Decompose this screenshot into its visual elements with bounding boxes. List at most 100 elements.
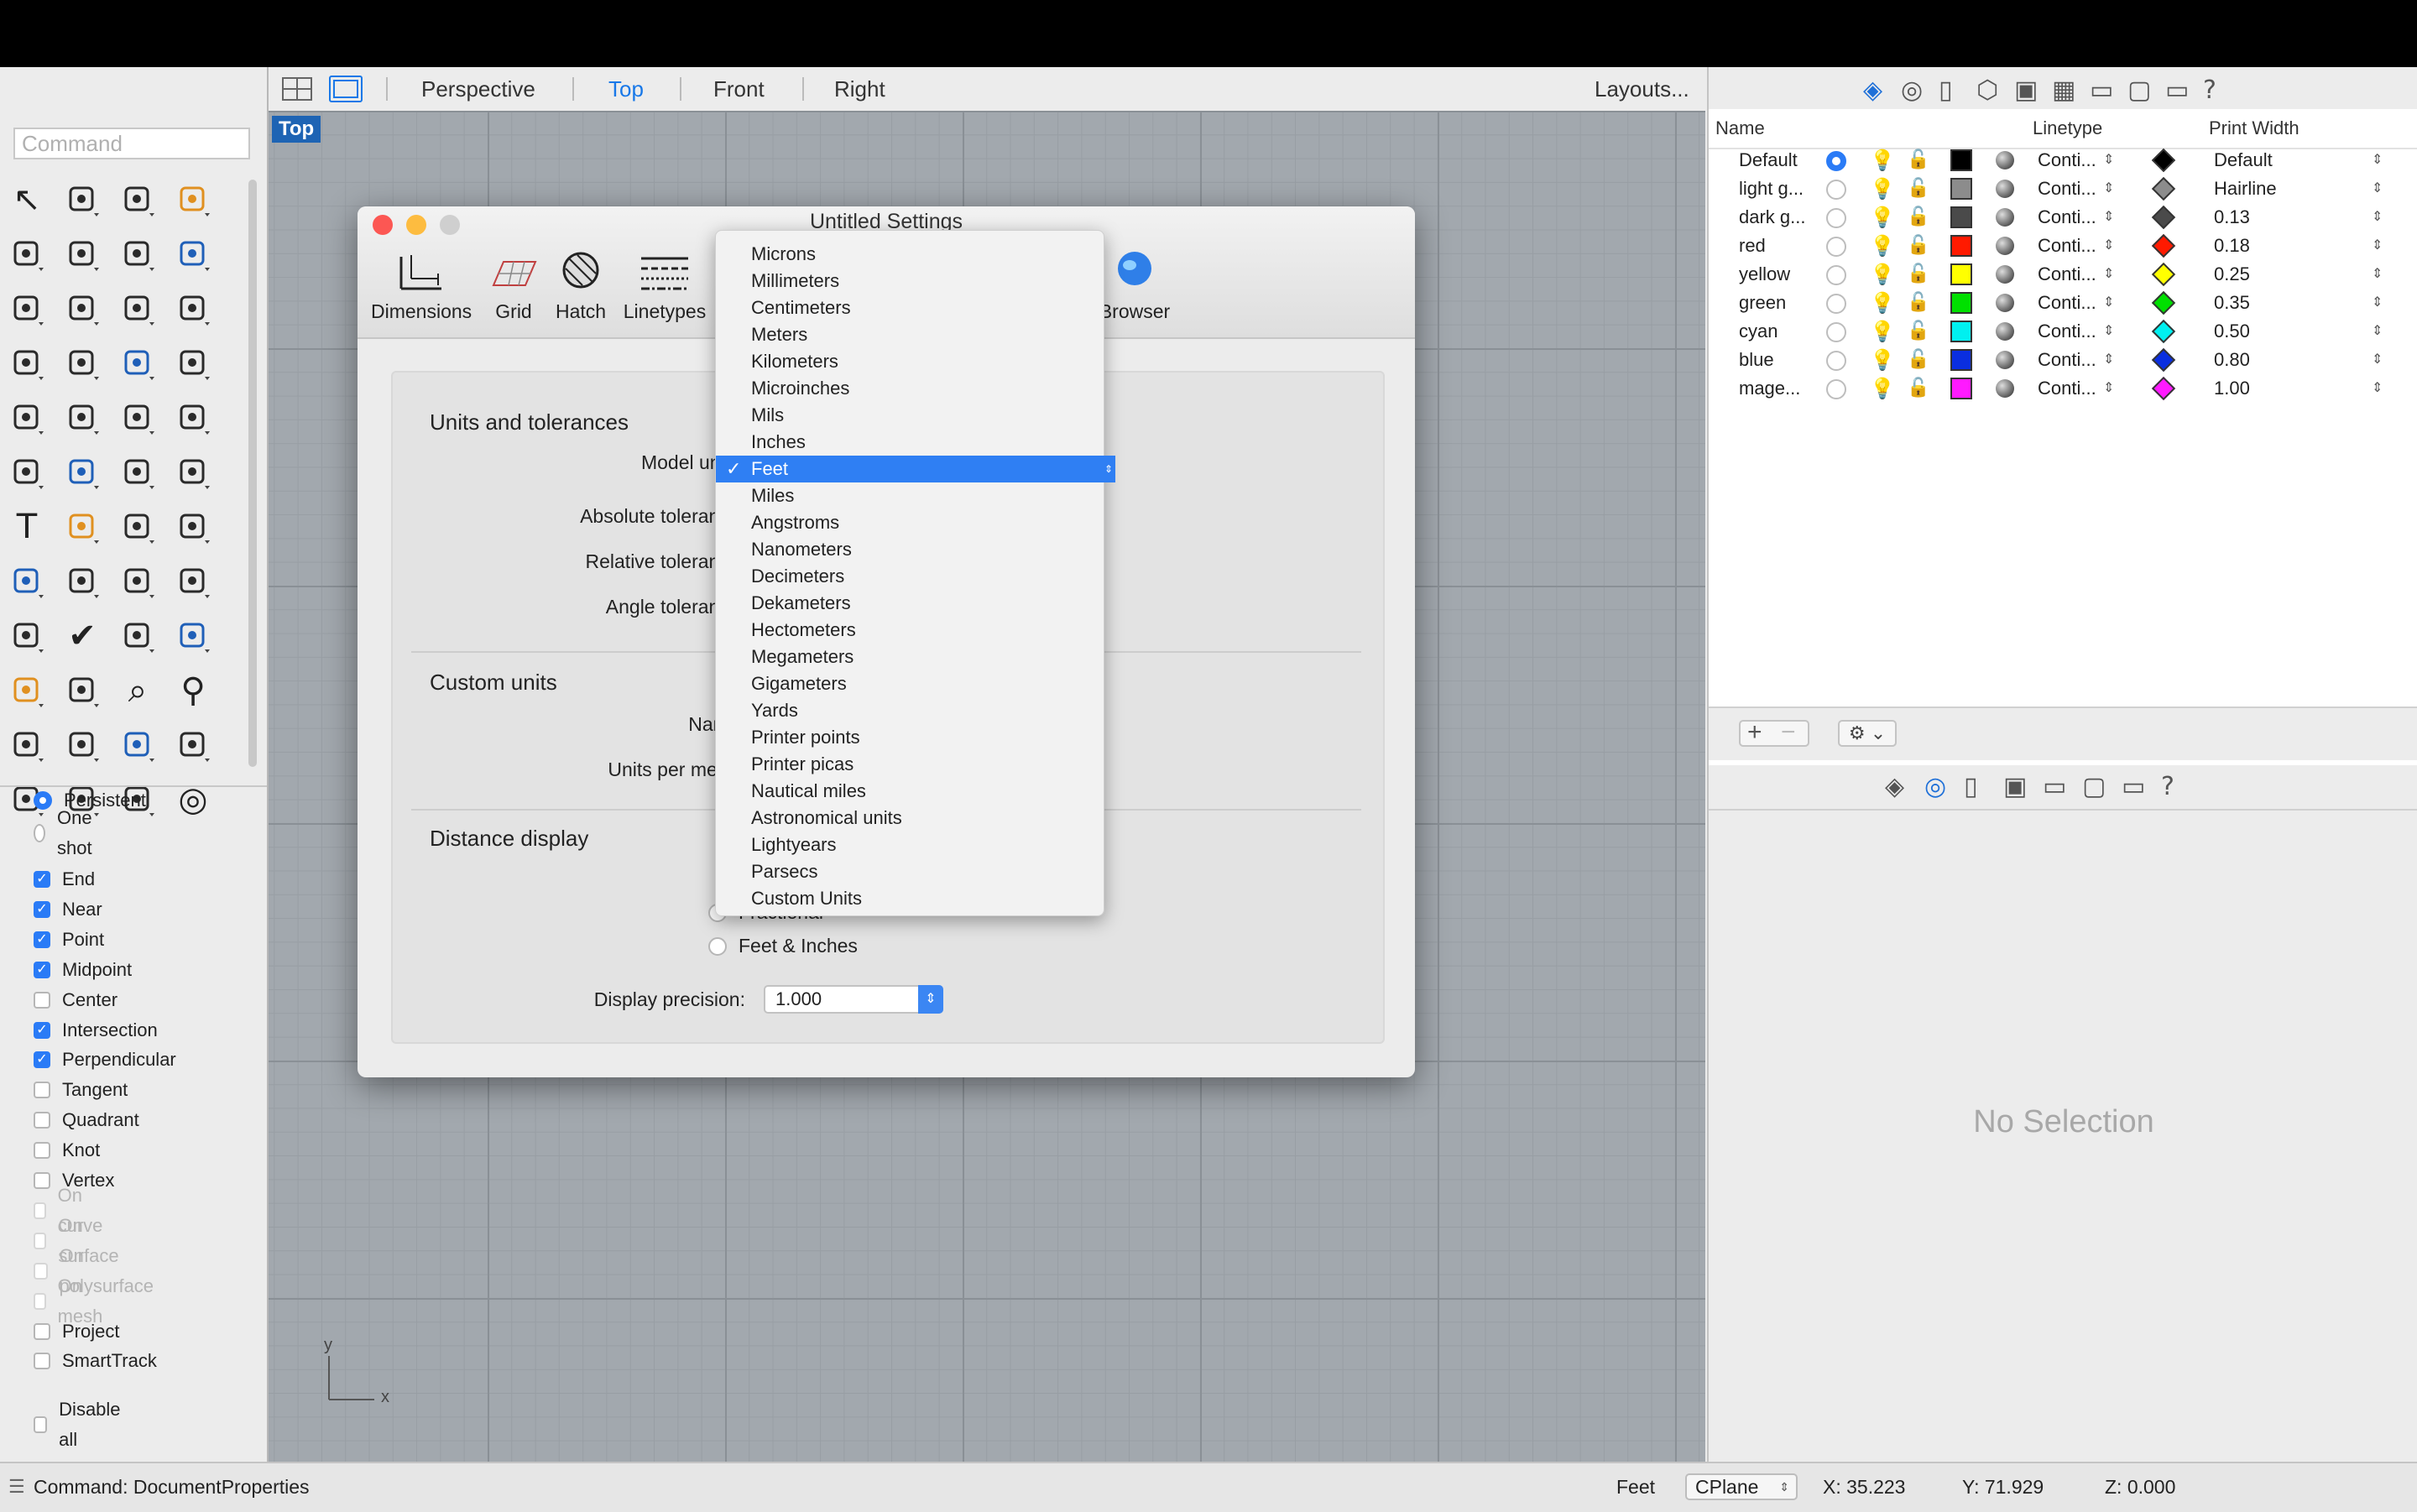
layouts-button[interactable]: Layouts... [1595,67,1689,111]
offset-icon[interactable] [117,452,158,493]
layer-name[interactable]: mage... [1739,374,1800,403]
material-sphere-icon[interactable] [1996,151,2014,169]
lock-icon[interactable]: 🔓 [1907,346,1929,374]
unit-option-centimeters[interactable]: Centimeters [716,295,1104,321]
layer-linetype[interactable]: Conti... [2038,232,2096,260]
camera-icon[interactable]: ▣ [2014,76,2038,105]
layer-row[interactable]: blue 💡 🔓 Conti... ⇕ 0.80 ⇕ [1709,346,2417,374]
layers-icon[interactable]: ◈ [1885,772,1904,801]
lock-icon[interactable]: 🔓 [1907,260,1929,289]
command-history-icon[interactable]: ☰ [8,1463,25,1510]
solid-icon[interactable] [7,561,47,602]
material-sphere-icon[interactable] [1996,379,2014,398]
layer-color-swatch[interactable] [1950,178,1972,200]
tab-right[interactable]: Right [834,67,885,111]
osnap-intersection[interactable]: ✓ Intersection [34,1015,158,1045]
unit-option-lightyears[interactable]: Lightyears [716,832,1104,858]
layer-row[interactable]: red 💡 🔓 Conti... ⇕ 0.18 ⇕ [1709,232,2417,260]
layer-print-width[interactable]: 0.80 [2214,346,2250,374]
unit-option-custom-units[interactable]: Custom Units [716,885,1104,912]
current-layer-radio[interactable] [1826,322,1846,342]
layer-print-width[interactable]: Hairline [2214,175,2277,203]
text-icon[interactable]: T [7,507,47,547]
layers-icon[interactable]: ◈ [1863,76,1882,105]
snap-icon[interactable] [173,725,213,765]
osnap-knot[interactable]: Knot [34,1135,100,1165]
curve-icon[interactable] [173,180,213,220]
material-sphere-icon[interactable] [1996,294,2014,312]
display-icon[interactable]: ▭ [2165,76,2189,105]
print-color-swatch[interactable] [2151,205,2176,230]
unit-option-dekameters[interactable]: Dekameters [716,590,1104,617]
unit-option-astronomical-units[interactable]: Astronomical units [716,805,1104,832]
lightbulb-icon[interactable]: 💡 [1870,289,1895,317]
lightbulb-icon[interactable]: 💡 [1870,203,1895,232]
layer-linetype[interactable]: Conti... [2038,317,2096,346]
gear-menu-icon[interactable]: ⚙ ⌄ [1838,720,1897,747]
view-icon[interactable]: ▢ [2082,772,2106,801]
material-sphere-icon[interactable] [1996,237,2014,255]
unit-option-meters[interactable]: Meters [716,321,1104,348]
layer-row[interactable]: yellow 💡 🔓 Conti... ⇕ 0.25 ⇕ [1709,260,2417,289]
trim-icon[interactable] [117,398,158,438]
view-icon[interactable]: ▢ [2127,76,2151,105]
grid-view-icon[interactable] [117,725,158,765]
lock-icon[interactable]: 🔓 [1907,146,1929,175]
mesh-icon[interactable] [117,616,158,656]
unit-option-parsecs[interactable]: Parsecs [716,858,1104,885]
osnap-quadrant[interactable]: Quadrant [34,1105,139,1135]
help-icon[interactable]: ? [2161,772,2174,801]
tab-top[interactable]: Top [608,67,644,111]
sphere-icon[interactable] [62,343,102,383]
document-icon[interactable]: ▯ [1964,772,1978,801]
units-status[interactable]: Feet [1616,1463,1655,1510]
layer-color-swatch[interactable] [1950,235,1972,257]
unit-option-kilometers[interactable]: Kilometers [716,348,1104,375]
layer-row[interactable]: dark g... 💡 🔓 Conti... ⇕ 0.13 ⇕ [1709,203,2417,232]
layer-name[interactable]: light g... [1739,175,1804,203]
layer-print-width[interactable]: 0.25 [2214,260,2250,289]
osnap-point[interactable]: ✓ Point [34,925,104,955]
tab-front[interactable]: Front [713,67,765,111]
toolbox-scrollbar[interactable] [248,180,257,767]
lock-icon[interactable]: 🔓 [1907,232,1929,260]
add-layer-button[interactable]: + [1747,718,1762,747]
file-icon[interactable]: ▭ [2043,772,2066,801]
current-layer-radio[interactable] [1826,351,1846,371]
lock-icon[interactable]: 🔓 [1907,175,1929,203]
current-layer-radio[interactable] [1826,208,1846,228]
zoom-extents-icon[interactable]: ⌕ [117,670,158,711]
unit-option-miles[interactable]: Miles [716,482,1104,509]
osnap-near[interactable]: ✓ Near [34,894,102,925]
lightbulb-icon[interactable]: 💡 [1870,317,1895,346]
render-icon[interactable] [173,616,213,656]
unit-option-printer-points[interactable]: Printer points [716,724,1104,751]
zoom-window-icon[interactable] [62,670,102,711]
current-layer-radio[interactable] [1826,151,1846,171]
unit-option-mils[interactable]: Mils [716,402,1104,429]
print-color-swatch[interactable] [2151,290,2176,315]
current-layer-radio[interactable] [1826,294,1846,314]
cylinder-icon[interactable] [117,343,158,383]
layer-linetype[interactable]: Conti... [2038,346,2096,374]
col-name[interactable]: Name [1715,117,1765,139]
layer-linetype[interactable]: Conti... [2038,203,2096,232]
dimension-icon[interactable] [62,561,102,602]
layer-color-swatch[interactable] [1950,263,1972,285]
unit-option-nautical-miles[interactable]: Nautical miles [716,778,1104,805]
group-icon[interactable] [62,452,102,493]
lock-icon[interactable]: 🔓 [1907,374,1929,403]
single-view-icon[interactable] [329,76,363,102]
layer-print-width[interactable]: 0.50 [2214,317,2250,346]
layer-row[interactable]: green 💡 🔓 Conti... ⇕ 0.35 ⇕ [1709,289,2417,317]
print-color-swatch[interactable] [2151,262,2176,287]
blend-icon[interactable] [173,452,213,493]
layer-row[interactable]: Default 💡 🔓 Conti... ⇕ Default ⇕ [1709,146,2417,175]
block-icon[interactable]: ⬡ [1976,76,1998,105]
layer-linetype[interactable]: Conti... [2038,175,2096,203]
osnap-perpendicular[interactable]: ✓ Perpendicular [34,1045,176,1075]
lightbulb-icon[interactable]: 💡 [1870,346,1895,374]
split-icon[interactable] [62,398,102,438]
lock-icon[interactable]: 🔓 [1907,289,1929,317]
point-icon[interactable] [62,180,102,220]
